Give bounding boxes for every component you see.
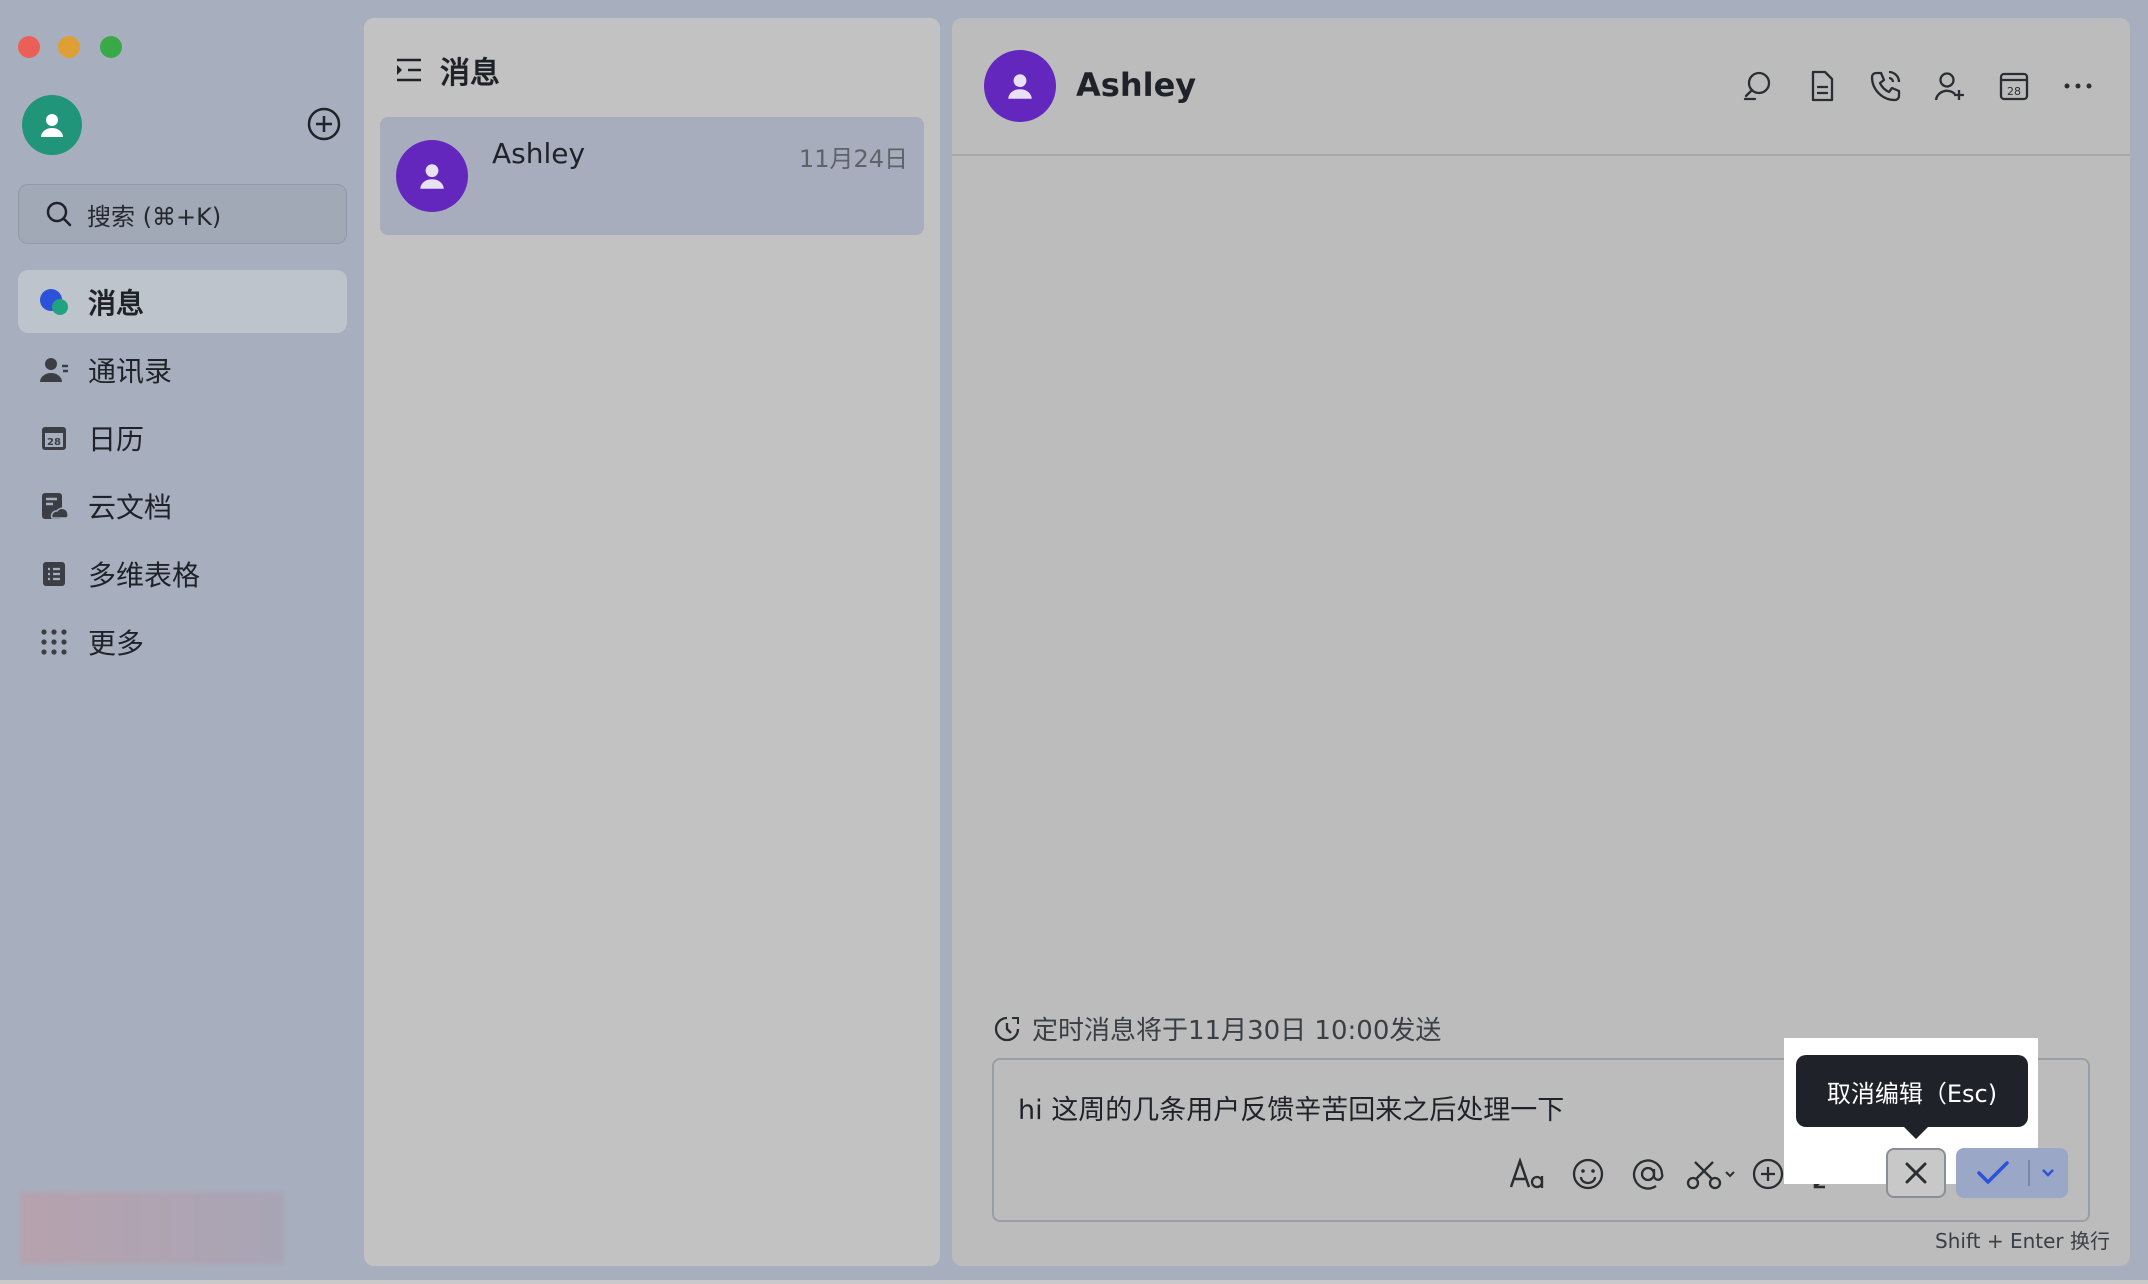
calendar-button[interactable]: 28	[1994, 66, 2034, 106]
plus-circle-icon	[1752, 1158, 1784, 1190]
docs-button[interactable]	[1802, 66, 1842, 106]
search-chat-button[interactable]	[1738, 66, 1778, 106]
close-window-button[interactable]	[18, 36, 40, 58]
emoji-button[interactable]	[1566, 1152, 1610, 1196]
phone-icon	[1870, 70, 1901, 102]
emoji-icon	[1572, 1158, 1604, 1190]
conversation-list-panel: 消息 Ashley 11月24日	[364, 18, 940, 1266]
plus-circle-icon	[307, 107, 341, 141]
newline-hint: Shift + Enter 换行	[1935, 1229, 2110, 1253]
chat-header: Ashley 28	[952, 18, 2130, 156]
sidebar-item-docs[interactable]: 云文档	[18, 474, 347, 537]
mention-button[interactable]	[1626, 1152, 1670, 1196]
add-button[interactable]	[306, 106, 342, 142]
chat-name: Ashley	[492, 137, 586, 170]
minimize-window-button[interactable]	[58, 36, 80, 58]
blurred-profile-area	[20, 1192, 284, 1264]
tooltip-arrow	[1904, 1127, 1928, 1139]
scheduled-note-text: 定时消息将于11月30日 10:00发送	[1032, 1016, 1442, 1046]
text-format-icon	[1509, 1157, 1544, 1189]
sidebar-item-label: 云文档	[88, 490, 173, 524]
add-person-icon	[1934, 72, 1964, 101]
call-button[interactable]	[1866, 66, 1906, 106]
close-icon	[1905, 1162, 1927, 1184]
scheduled-clock-icon	[994, 1016, 1020, 1041]
sidebar-item-messages[interactable]: 消息	[18, 270, 347, 333]
contacts-icon	[38, 354, 70, 386]
sidebar-item-label: 日历	[88, 422, 145, 456]
chat-date: 11月24日	[798, 145, 908, 173]
list-title: 消息	[440, 56, 500, 91]
more-icon	[2064, 83, 2092, 89]
cloud-doc-icon	[38, 490, 70, 522]
message-input-text[interactable]: hi 这周的几条用户反馈辛苦回来之后处理一下	[1018, 1088, 1564, 1127]
sidebar-item-label: 多维表格	[88, 558, 201, 592]
add-member-button[interactable]	[1930, 66, 1970, 106]
screenshot-button[interactable]	[1682, 1152, 1742, 1196]
collapse-list-icon[interactable]	[394, 55, 424, 85]
chat-list-item[interactable]: Ashley 11月24日	[380, 117, 924, 235]
table-icon	[38, 558, 70, 590]
person-icon	[420, 164, 444, 189]
calendar-icon: 28	[38, 422, 70, 454]
confirm-edit-button[interactable]	[1956, 1148, 2068, 1198]
person-icon	[41, 114, 63, 137]
sidebar-item-more[interactable]: 更多	[18, 610, 347, 673]
cancel-edit-button[interactable]	[1886, 1148, 1946, 1198]
app-window: 搜索 (⌘+K) 消息 通讯录 28 日历 云文档 多维表格 更多 消息 Ash…	[0, 0, 2148, 1284]
cancel-edit-tooltip: 取消编辑（Esc)	[1796, 1055, 2028, 1139]
text-format-button[interactable]	[1506, 1152, 1550, 1196]
sidebar-item-label: 通讯录	[88, 354, 173, 388]
chat-title: Ashley	[1076, 66, 1197, 104]
search-placeholder: 搜索 (⌘+K)	[87, 202, 222, 231]
sidebar-item-label: 更多	[88, 626, 145, 660]
checkmark-icon	[1977, 1161, 2009, 1184]
search-icon	[46, 201, 72, 227]
list-header: 消息	[394, 48, 500, 92]
sidebar-item-contacts[interactable]: 通讯录	[18, 338, 347, 401]
at-sign-icon	[1632, 1159, 1664, 1190]
svg-text:28: 28	[2007, 85, 2021, 98]
page-bottom-strip	[0, 1280, 2148, 1284]
chat-search-icon	[1743, 71, 1771, 101]
zoom-window-button[interactable]	[100, 36, 122, 58]
scissors-icon	[1686, 1161, 1735, 1190]
chat-avatar	[396, 140, 468, 212]
svg-text:28: 28	[47, 437, 61, 448]
tooltip-text: 取消编辑（Esc)	[1826, 1079, 1998, 1108]
calendar-icon: 28	[1999, 72, 2029, 101]
sidebar-item-base[interactable]: 多维表格	[18, 542, 347, 605]
chevron-down-icon[interactable]	[2038, 1164, 2058, 1182]
person-icon	[1008, 74, 1032, 99]
sidebar-item-label: 消息	[88, 286, 145, 320]
more-options-button[interactable]	[2058, 66, 2098, 106]
document-icon	[1811, 70, 1834, 102]
grid-dots-icon	[38, 626, 70, 658]
search-box[interactable]: 搜索 (⌘+K)	[18, 184, 347, 244]
scheduled-message-note: 定时消息将于11月30日 10:00发送	[992, 1010, 1441, 1047]
chat-bubbles-icon	[38, 286, 70, 318]
chat-header-avatar[interactable]	[984, 50, 1056, 122]
send-divider	[2028, 1160, 2030, 1186]
sidebar-item-calendar[interactable]: 28 日历	[18, 406, 347, 469]
user-avatar[interactable]	[22, 95, 82, 155]
